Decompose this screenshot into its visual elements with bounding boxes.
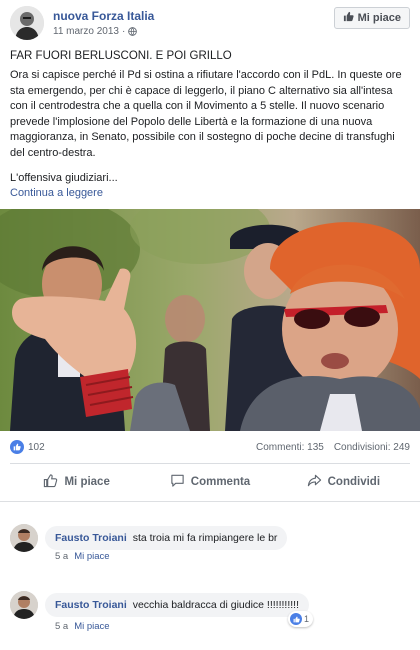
post-header: nuova Forza Italia 11 marzo 2013 · Mi pi… [10,6,410,40]
engagement-counts: Commenti: 135 Condivisioni: 249 [256,442,410,453]
post-meta: 11 marzo 2013 · [53,26,138,37]
like-button[interactable]: Mi piace [10,468,143,496]
comment-button-label: Commenta [190,476,251,488]
post-date[interactable]: 11 marzo 2013 [53,26,119,37]
post-stats: 102 Commenti: 135 Condivisioni: 249 [10,440,410,456]
meta-separator: · [121,26,126,37]
commenter-avatar[interactable] [10,591,38,619]
read-more-link[interactable]: Continua a leggere [10,187,103,199]
share-button[interactable]: Condividi [277,468,410,496]
page-name[interactable]: nuova Forza Italia [53,9,154,23]
comment-like-link[interactable]: Mi piace [74,551,109,562]
like-button-label: Mi piace [64,476,110,488]
comment-age[interactable]: 5 a [55,551,68,562]
comment-reaction-count[interactable]: 1 [288,611,314,627]
like-page-label: Mi piace [357,12,401,24]
comment-text: vecchia baldracca di giudice !!!!!!!!!!! [132,599,300,611]
thumbs-up-icon [343,11,354,25]
comment-bubble: Fausto Troiani sta troia mi fa rimpiange… [45,526,288,550]
comment: Fausto Troiani sta troia mi fa rimpiange… [10,524,410,564]
comment-text: sta troia mi fa rimpiangere le br [132,532,278,544]
comment: Fausto Troiani vecchia baldracca di giud… [10,591,410,632]
like-reaction-icon [10,440,24,454]
like-page-button[interactable]: Mi piace [333,7,410,29]
like-count-value: 102 [28,441,45,453]
comment-meta: 5 a Mi piace [55,551,110,562]
comment-count[interactable]: Commenti: 135 [256,442,324,453]
post-actions: Mi piace Commenta Condividi [10,468,410,496]
comment-button[interactable]: Commenta [143,468,276,496]
like-reaction-icon [290,613,302,625]
post-title: FAR FUORI BERLUSCONI. E POI GRILLO [10,50,232,62]
comment-author[interactable]: Fausto Troiani [55,532,127,544]
post-body: Ora si capisce perché il Pd si ostina a … [10,69,402,159]
comment-like-link[interactable]: Mi piace [74,621,109,632]
comment-bubble: Fausto Troiani vecchia baldracca di giud… [45,593,310,617]
comment-section: Fausto Troiani sta troia mi fa rimpiange… [0,503,420,650]
share-count[interactable]: Condivisioni: 249 [334,442,410,453]
post-photo[interactable] [0,209,420,431]
like-count[interactable]: 102 [10,440,45,454]
comment-icon [170,473,185,491]
post-card: nuova Forza Italia 11 marzo 2013 · Mi pi… [0,0,420,502]
comment-author[interactable]: Fausto Troiani [55,599,127,611]
commenter-avatar[interactable] [10,524,38,552]
globe-icon [128,27,138,36]
page-avatar[interactable] [10,6,44,40]
actions-divider [10,463,410,464]
share-button-label: Condividi [327,476,381,488]
reaction-count-value: 1 [304,614,310,624]
share-icon [307,473,322,491]
thumbs-up-icon [43,473,58,491]
post-teaser: L'offensiva giudiziari... [10,172,118,184]
comment-meta: 5 a Mi piace [55,621,110,632]
comment-age[interactable]: 5 a [55,621,68,632]
